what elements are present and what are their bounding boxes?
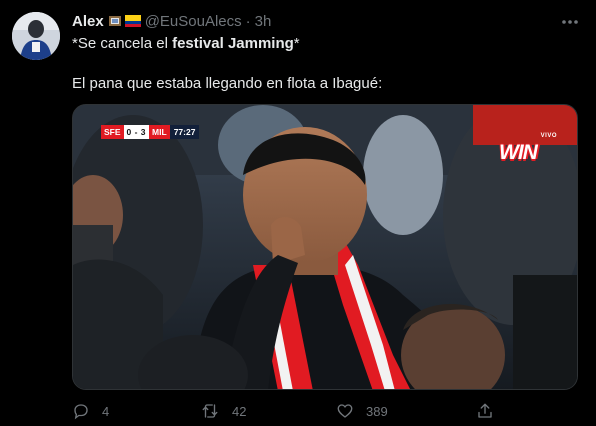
retweet-count: 42 bbox=[232, 403, 247, 419]
more-button[interactable] bbox=[556, 8, 584, 36]
like-button[interactable]: 389 bbox=[336, 402, 388, 420]
broadcast-logo-main: WIN bbox=[499, 141, 538, 164]
more-icon bbox=[562, 20, 578, 24]
retweet-button[interactable]: 42 bbox=[200, 402, 246, 420]
match-score: 0 - 3 bbox=[123, 125, 150, 139]
share-button[interactable] bbox=[476, 402, 494, 420]
display-name[interactable]: Alex bbox=[72, 13, 104, 30]
heart-icon bbox=[337, 404, 353, 418]
name-emojis bbox=[108, 14, 141, 28]
tweet-actions: 4 42 389 bbox=[72, 398, 512, 426]
tweet-text-prefix: *Se cancela el bbox=[72, 35, 173, 52]
avatar-image bbox=[12, 12, 60, 60]
tweet-text-line-2: El pana que estaba llegando en flota a I… bbox=[72, 75, 383, 92]
reply-count: 4 bbox=[102, 403, 110, 419]
reply-button[interactable]: 4 bbox=[72, 402, 109, 420]
broadcast-logo-top: VIVO bbox=[540, 133, 557, 139]
reply-icon bbox=[74, 404, 88, 420]
colombia-flag-icon bbox=[124, 15, 141, 27]
share-icon bbox=[478, 403, 492, 418]
tweet-media-image[interactable]: SFE 0 - 3 MIL 77:27 VIVO WIN bbox=[72, 104, 578, 390]
retweet-icon bbox=[202, 404, 218, 418]
framed-picture-emoji-icon bbox=[108, 16, 121, 26]
user-handle[interactable]: @EuSouAlecs bbox=[145, 13, 242, 30]
broadcast-logo: VIVO WIN bbox=[499, 133, 563, 169]
avatar[interactable] bbox=[12, 12, 60, 60]
tweet-header: Alex @EuSouAlecs · 3h bbox=[72, 10, 271, 32]
like-count: 389 bbox=[366, 403, 388, 419]
away-team: MIL bbox=[149, 125, 170, 139]
home-team: SFE bbox=[101, 125, 124, 139]
tweet-text-line-1: *Se cancela el festival Jamming* bbox=[72, 34, 300, 54]
tweet-text-bold: festival Jamming bbox=[172, 35, 294, 52]
match-clock: 77:27 bbox=[169, 125, 200, 139]
separator-dot: · bbox=[245, 12, 251, 30]
timestamp[interactable]: 3h bbox=[255, 13, 272, 30]
score-bug: SFE 0 - 3 MIL 77:27 bbox=[101, 125, 200, 139]
tweet-text-suffix: * bbox=[293, 35, 300, 52]
